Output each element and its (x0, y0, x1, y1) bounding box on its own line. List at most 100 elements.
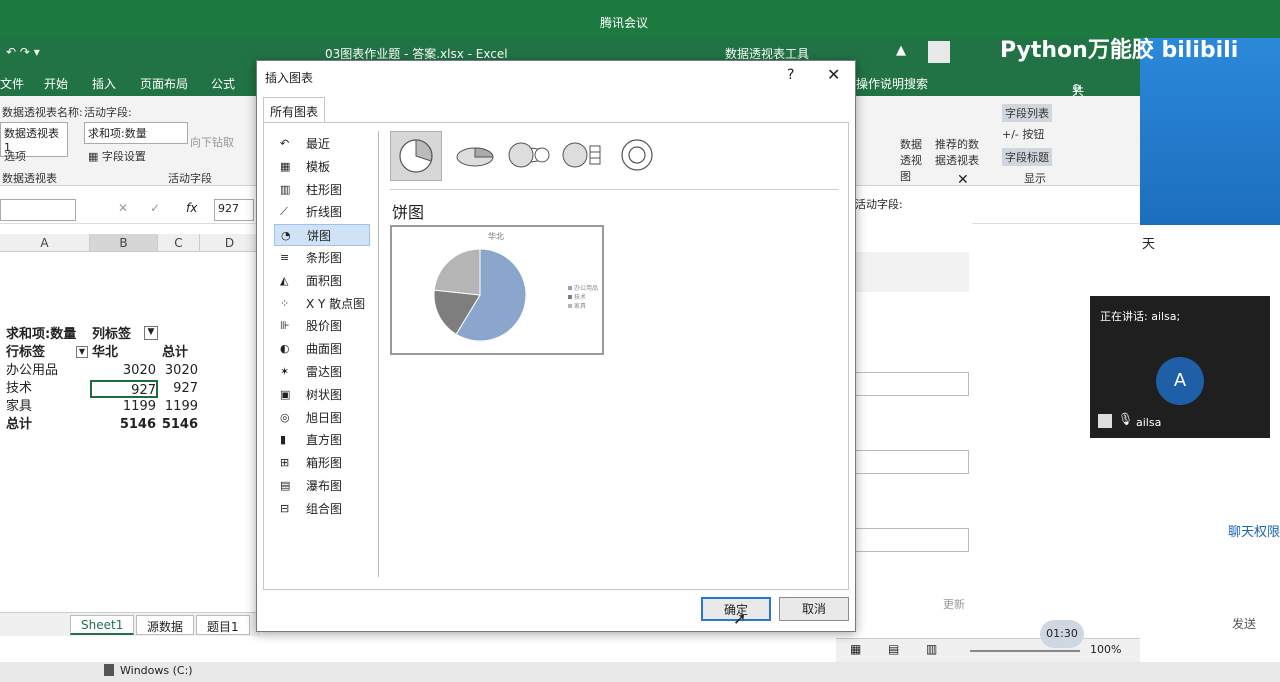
speaker-panel: 正在讲话: ailsa; A ailsa 🎙 (1090, 296, 1270, 438)
field-headers-toggle[interactable]: 字段标题 (1002, 148, 1052, 166)
function-icon[interactable]: fx (186, 201, 197, 215)
drill-down-button[interactable]: 向下钻取 (190, 134, 234, 150)
search-hint[interactable]: 操作说明搜索 (856, 75, 928, 92)
pivot-cell[interactable]: 3020 (90, 362, 156, 380)
close-icon[interactable]: ✕ (827, 65, 840, 84)
pie-subtype-3d[interactable] (450, 131, 502, 181)
pie-subtype-pie[interactable] (390, 131, 442, 181)
pie-subtype-doughnut[interactable] (612, 131, 664, 181)
row-filter-icon[interactable]: ▼ (76, 346, 88, 358)
options-button[interactable]: 选项 (4, 148, 26, 164)
sheet-tab-2[interactable]: 源数据 (136, 615, 195, 635)
tab-page-layout[interactable]: 页面布局 (140, 75, 188, 92)
chart-preview[interactable]: 华北 办公用品 技术 家具 (390, 225, 604, 355)
pane-dropdown-3[interactable] (851, 528, 969, 552)
column-header-c[interactable]: C (158, 234, 200, 252)
pivot-cell[interactable]: 1199 (158, 398, 198, 416)
chart-type-icon: ✶ (280, 365, 290, 378)
column-header-a[interactable]: A (0, 234, 90, 252)
chart-type-item[interactable]: ≡ 条形图 (274, 247, 370, 269)
pivot-total-cell[interactable]: 5146 (90, 416, 156, 434)
pivot-row-label[interactable]: 家具 (6, 398, 32, 416)
chart-type-item[interactable]: ⁘ X Y 散点图 (274, 293, 370, 315)
normal-view-icon[interactable]: ▦ (850, 642, 861, 656)
video-watermark: Python万能胶 bilibili (1000, 38, 1239, 63)
tab-insert[interactable]: 插入 (92, 75, 116, 92)
pivot-row-labels[interactable]: 行标签 (6, 344, 45, 362)
formula-input[interactable]: 927 (214, 199, 254, 221)
update-button[interactable]: 更新 (943, 596, 965, 612)
cancel-button[interactable]: 取消 (779, 597, 849, 621)
chart-type-item[interactable]: ⊞ 箱形图 (274, 452, 370, 474)
chart-type-item[interactable]: ◎ 旭日图 (274, 407, 370, 429)
plus-minus-buttons-toggle[interactable]: +/- 按钮 (1002, 126, 1044, 142)
column-header-b[interactable]: B (90, 234, 158, 252)
chart-type-item[interactable]: ◐ 曲面图 (274, 338, 370, 360)
legend-label: 技术 (574, 294, 587, 301)
tab-file[interactable]: 文件 (0, 75, 24, 92)
chart-type-label: 直方图 (306, 433, 343, 448)
speaking-label: 正在讲话: ailsa; (1100, 310, 1181, 323)
chart-type-item[interactable]: ▥ 柱形图 (274, 179, 370, 201)
chart-type-item[interactable]: ▣ 树状图 (274, 384, 370, 406)
chart-type-icon: ⟋ (280, 205, 288, 219)
pane-dropdown-2[interactable] (851, 450, 969, 474)
tab-all-charts[interactable]: 所有图表 (263, 97, 326, 123)
chart-type-item[interactable]: ▮ 直方图 (274, 429, 370, 451)
pivot-cell[interactable]: 3020 (158, 362, 198, 380)
chat-permission-link[interactable]: 聊天权限 (1228, 521, 1280, 540)
chart-type-item[interactable]: ✶ 雷达图 (274, 361, 370, 383)
chart-type-item[interactable]: ◭ 面积图 (274, 270, 370, 292)
pane-close-icon[interactable]: ✕ (957, 172, 969, 188)
pivot-row-label[interactable]: 办公用品 (6, 362, 58, 380)
warning-icon[interactable]: ▲ (896, 43, 906, 58)
help-icon[interactable]: ? (787, 67, 794, 83)
pivot-cell[interactable]: 1199 (90, 398, 156, 416)
active-field-input[interactable]: 求和项:数量 (84, 122, 188, 144)
sheet-tab-3[interactable]: 题目1 (196, 615, 250, 635)
chart-type-list: ↶ 最近 ▦ 模板 ▥ 柱形图 ⟋ 折线图 ◔ 饼图 ≡ 条形图 ◭ 面积图 ⁘ X Y 散点图 ⊪ 股价图 ◐ 曲面… (274, 133, 384, 583)
account-icon[interactable] (928, 41, 950, 63)
bar-of-pie-icon (562, 142, 601, 168)
chart-type-item[interactable]: ◔ 饼图 (274, 224, 370, 247)
pivot-value-header[interactable]: 求和项:数量 (6, 326, 76, 344)
page-break-icon[interactable]: ▥ (926, 642, 937, 656)
chart-type-item[interactable]: ⟋ 折线图 (274, 201, 370, 223)
name-box[interactable] (0, 199, 76, 221)
confirm-icon[interactable]: ✓ (150, 201, 160, 215)
pivot-chart-button[interactable]: 数据透视图 (900, 136, 930, 184)
drive-label[interactable]: Windows (C:) (120, 664, 193, 677)
send-button[interactable]: 发送 (1232, 615, 1256, 632)
sheet-tab-1[interactable]: Sheet1 (70, 615, 135, 635)
chart-type-item[interactable]: ▤ 瀑布图 (274, 475, 370, 497)
pie-subtype-bar-of-pie[interactable] (558, 131, 610, 181)
quick-access-icons[interactable]: ↶ ↷ ▾ (6, 45, 40, 59)
filter-icon[interactable]: ▼ (144, 326, 158, 340)
page-layout-icon[interactable]: ▤ (888, 642, 899, 656)
field-list-toggle[interactable]: 字段列表 (1002, 104, 1052, 122)
pane-dropdown-1[interactable] (851, 372, 969, 396)
pivot-total-label[interactable]: 总计 (6, 416, 32, 434)
meeting-timer: 01:30 (1040, 620, 1084, 648)
chart-type-item[interactable]: ▦ 模板 (274, 156, 370, 178)
tab-formulas[interactable]: 公式 (211, 75, 235, 92)
pivot-total-cell[interactable]: 5146 (158, 416, 198, 434)
pivot-row-label[interactable]: 技术 (6, 380, 32, 398)
pivot-cell-selected[interactable]: 927 (90, 380, 158, 398)
pane-active-field-label: 活动字段: (855, 198, 903, 211)
pie-subtype-of-pie[interactable] (504, 131, 556, 181)
chart-type-item[interactable]: ↶ 最近 (274, 133, 370, 155)
tab-home[interactable]: 开始 (44, 75, 68, 92)
chart-type-item[interactable]: ⊟ 组合图 (274, 498, 370, 520)
zoom-level[interactable]: 100% (1090, 643, 1121, 656)
field-settings-button[interactable]: ▦ 字段设置 (88, 148, 146, 164)
chart-type-item[interactable]: ⊪ 股价图 (274, 315, 370, 337)
pivot-cell[interactable]: 927 (158, 380, 198, 398)
recommended-pivot-button[interactable]: 推荐的数据透视表 (935, 136, 985, 168)
divider (390, 189, 838, 190)
zoom-slider[interactable] (970, 650, 1080, 652)
column-header-d[interactable]: D (200, 234, 260, 252)
microphone-icon: 🎙 (1118, 412, 1134, 426)
cancel-icon[interactable]: ✕ (118, 201, 128, 215)
pivot-column-labels[interactable]: 列标签 (92, 326, 131, 344)
